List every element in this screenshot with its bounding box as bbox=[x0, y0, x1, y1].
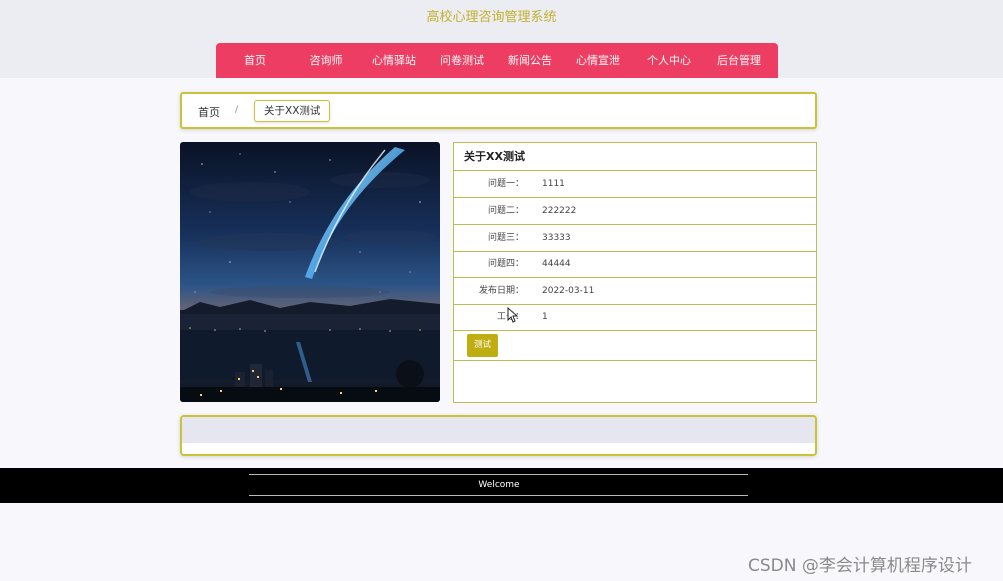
breadcrumb-current: 关于XX测试 bbox=[254, 100, 331, 122]
row-value-question-3: 33333 bbox=[542, 233, 571, 243]
breadcrumb-home-link[interactable]: 首页 bbox=[198, 104, 220, 120]
nav-item-mood-station[interactable]: 心情驿站 bbox=[372, 43, 416, 78]
nav-item-questionnaire[interactable]: 问卷测试 bbox=[440, 43, 484, 78]
footer-divider-bottom bbox=[249, 495, 748, 496]
detail-row: 问题四： 44444 bbox=[454, 251, 816, 278]
test-detail-panel: 关于XX测试 问题一： 1111 问题二： 222222 问题三： 33333 … bbox=[453, 142, 817, 403]
detail-row: 发布日期： 2022-03-11 bbox=[454, 278, 816, 305]
row-label-question-4: 问题四： bbox=[487, 259, 524, 269]
bottom-panel-header bbox=[182, 417, 815, 443]
row-label-question-3: 问题三： bbox=[487, 233, 524, 243]
nav-item-news[interactable]: 新闻公告 bbox=[508, 43, 552, 78]
row-value-question-4: 44444 bbox=[542, 259, 571, 269]
nav-item-counselors[interactable]: 咨询师 bbox=[310, 43, 343, 78]
row-value-employee-id: 1 bbox=[542, 312, 548, 322]
night-sky-comet-image bbox=[180, 142, 440, 402]
breadcrumb: 首页 / 关于XX测试 bbox=[180, 92, 817, 129]
footer-welcome-text: Welcome bbox=[478, 480, 520, 490]
nav-item-personal-center[interactable]: 个人中心 bbox=[647, 43, 691, 78]
row-label-publish-date: 发布日期： bbox=[478, 286, 524, 296]
mouse-cursor-icon bbox=[507, 307, 519, 323]
row-label-question-1: 问题一： bbox=[487, 179, 524, 189]
action-row: 测试 bbox=[454, 331, 816, 361]
detail-row: 问题一： 1111 bbox=[454, 171, 816, 198]
watermark-text: CSDN @李会计算机程序设计 bbox=[748, 556, 972, 576]
detail-title: 关于XX测试 bbox=[454, 143, 816, 171]
nav-item-admin[interactable]: 后台管理 bbox=[717, 43, 761, 78]
row-value-question-2: 222222 bbox=[542, 206, 577, 216]
site-title: 高校心理咨询管理系统 bbox=[426, 10, 557, 25]
main-nav: 首页 咨询师 心情驿站 问卷测试 新闻公告 心情宣泄 个人中心 后台管理 bbox=[216, 43, 778, 78]
start-test-button[interactable]: 测试 bbox=[467, 334, 498, 357]
detail-row: 问题三： 33333 bbox=[454, 225, 816, 252]
row-label-question-2: 问题二： bbox=[487, 206, 524, 216]
breadcrumb-separator: / bbox=[235, 105, 239, 115]
nav-item-home[interactable]: 首页 bbox=[244, 43, 266, 78]
test-cover-image bbox=[180, 142, 440, 402]
bottom-panel bbox=[180, 415, 817, 456]
nav-item-mood-venting[interactable]: 心情宣泄 bbox=[576, 43, 620, 78]
row-value-question-1: 1111 bbox=[542, 179, 565, 189]
footer: Welcome bbox=[0, 468, 1003, 503]
row-value-publish-date: 2022-03-11 bbox=[542, 286, 595, 296]
detail-row: 问题二： 222222 bbox=[454, 198, 816, 225]
